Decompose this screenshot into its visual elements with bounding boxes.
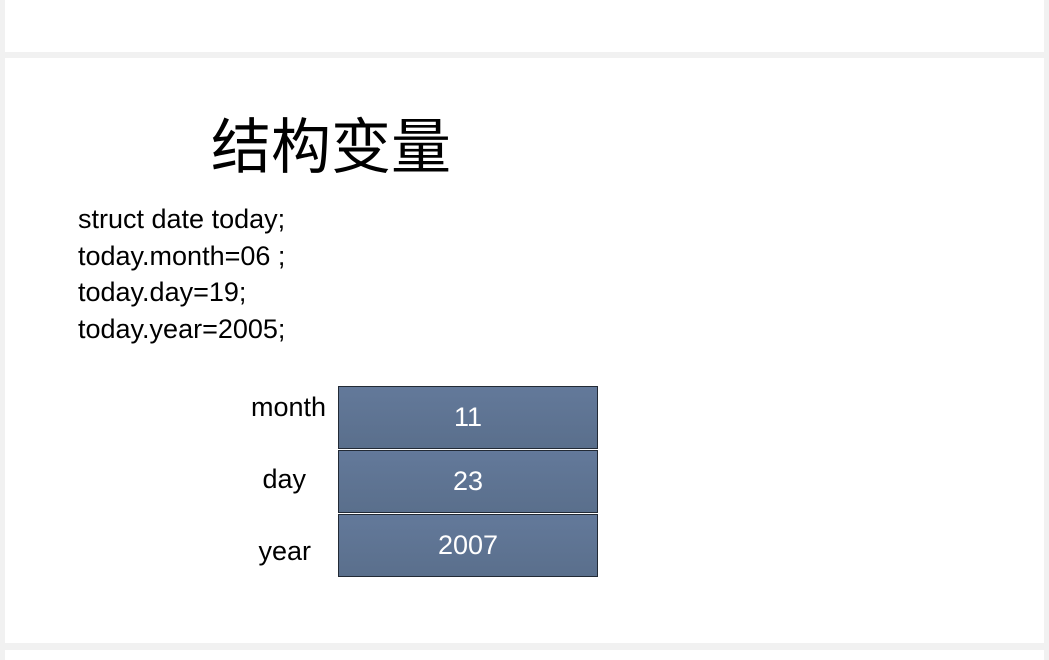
field-box-month: 11 xyxy=(338,386,598,449)
field-label-year: year xyxy=(258,536,311,566)
code-line: today.day=19; xyxy=(78,277,247,307)
code-line: today.year=2005; xyxy=(78,313,286,344)
field-box-day: 23 xyxy=(338,450,598,513)
field-box-year: 2007 xyxy=(338,514,598,577)
next-slide-thumbnail[interactable] xyxy=(5,650,1044,660)
field-label-month: month xyxy=(250,392,326,422)
current-slide: 结构变量 struct date today; today.month=06 ;… xyxy=(5,58,1044,643)
slide-title: 结构变量 xyxy=(211,113,451,183)
code-line: struct date today; xyxy=(78,204,286,234)
code-block: struct date today; today.month=06 ; toda… xyxy=(78,201,285,347)
previous-slide-thumbnail[interactable] xyxy=(5,0,1044,52)
code-line: today.month=06 ; xyxy=(78,240,286,271)
presentation-viewer: 结构变量 struct date today; today.month=06 ;… xyxy=(0,0,1049,660)
field-label-day: day xyxy=(262,464,306,494)
